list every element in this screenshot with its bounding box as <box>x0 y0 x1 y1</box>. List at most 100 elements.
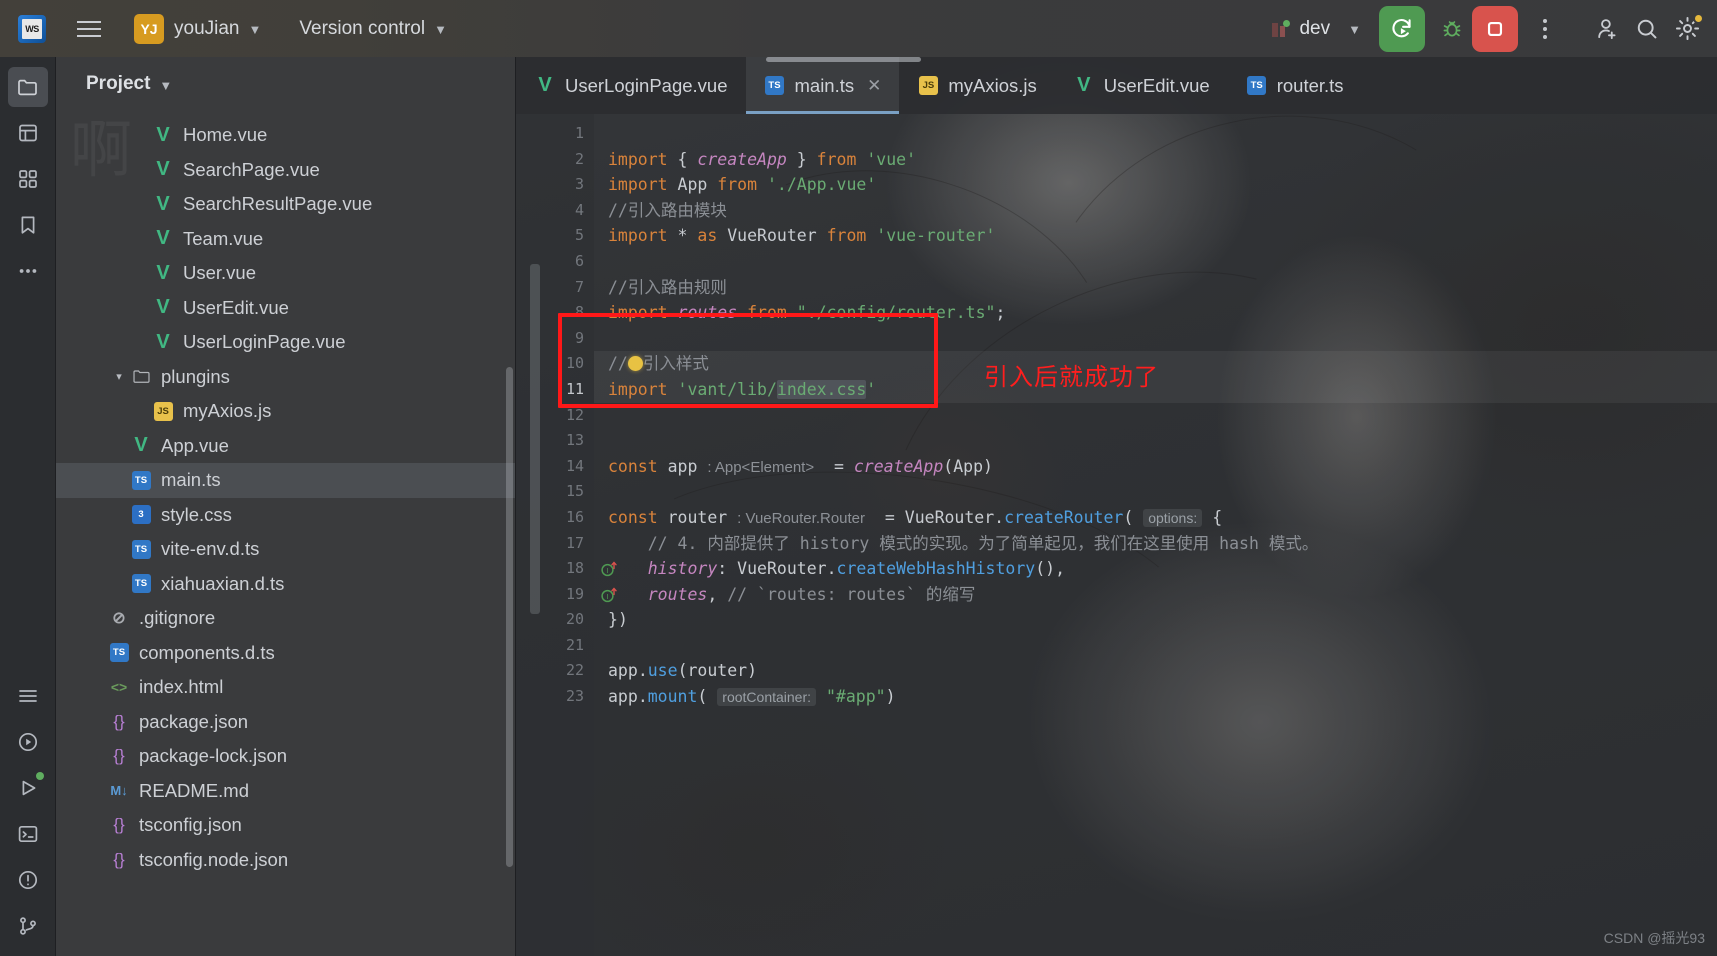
run-with-restart-icon <box>1392 18 1411 37</box>
code-line[interactable] <box>594 403 1717 429</box>
page-title: Project <box>86 73 151 94</box>
code-line[interactable] <box>594 479 1717 505</box>
sidebar-item-todo[interactable] <box>8 676 48 716</box>
tree-item-xiahuaxian-d-ts[interactable]: TS xiahuaxian.d.ts <box>56 567 515 602</box>
settings-button[interactable] <box>1667 9 1707 49</box>
line-number: 23 <box>565 687 584 706</box>
code-line[interactable]: //引入路由规则 <box>594 275 1717 301</box>
code-line[interactable]: // 4. 内部提供了 history 模式的实现。为了简单起见，我们在这里使用… <box>594 531 1717 557</box>
line-number-gutter[interactable]: 1 2 3 4 5 6 7 8 9 10 11 12 13 14 15 16 17 18 I 19 I 20 21 22 23 <box>516 114 617 956</box>
code-line[interactable] <box>594 249 1717 275</box>
code-line[interactable]: }) <box>594 607 1717 633</box>
run-config-name: dev <box>1299 17 1331 39</box>
tree-item-label: UserLoginPage.vue <box>183 331 346 353</box>
sidebar-item-more[interactable] <box>8 251 48 291</box>
code-line[interactable] <box>594 326 1717 352</box>
tree-item-main-ts[interactable]: TS main.ts <box>56 463 515 498</box>
hamburger-menu-icon[interactable] <box>72 12 106 46</box>
code-line[interactable] <box>594 428 1717 454</box>
vue-file-icon: V <box>134 434 148 457</box>
tree-item-style-css[interactable]: 3 style.css <box>56 498 515 533</box>
lightbulb-icon[interactable] <box>627 356 643 372</box>
code-line[interactable]: history: VueRouter.createWebHashHistory(… <box>594 556 1717 582</box>
close-icon[interactable]: ✕ <box>867 76 881 96</box>
tree-item-searchresultpage-vue[interactable]: V SearchResultPage.vue <box>56 187 515 222</box>
tree-item-home-vue[interactable]: V Home.vue <box>56 118 515 153</box>
tab-userloginpage-vue[interactable]: V UserLoginPage.vue <box>516 57 746 114</box>
tab-label: router.ts <box>1276 74 1344 96</box>
tree-item-package-json[interactable]: {} package.json <box>56 705 515 740</box>
sidebar-item-project[interactable] <box>7 67 48 107</box>
tree-item-label: main.ts <box>161 469 221 491</box>
tree-item-user-vue[interactable]: V User.vue <box>56 256 515 291</box>
annotation-text: 引入后就成功了 <box>984 363 1159 391</box>
tree-item-myaxios-js[interactable]: JS myAxios.js <box>56 394 515 429</box>
more-actions-button[interactable] <box>1525 9 1565 49</box>
sidebar-item-version-control[interactable] <box>8 906 48 946</box>
code-line[interactable]: import { createApp } from 'vue' <box>594 147 1717 173</box>
stop-button[interactable] <box>1472 5 1518 52</box>
tree-item-useredit-vue[interactable]: V UserEdit.vue <box>56 291 515 326</box>
tree-item-tsconfig-node-json[interactable]: {} tsconfig.node.json <box>56 843 515 878</box>
editor-tab-scroll-indicator[interactable] <box>766 57 921 62</box>
debug-button[interactable] <box>1432 9 1472 49</box>
typescript-file-icon: TS <box>1246 76 1268 95</box>
csdn-watermark: CSDN @摇光93 <box>1603 930 1705 946</box>
run-configuration-selector[interactable]: dev ▼ <box>1262 13 1369 45</box>
tree-item--gitignore[interactable]: ⊘ .gitignore <box>56 601 515 636</box>
tree-item-readme-md[interactable]: M↓ README.md <box>56 774 515 809</box>
sidebar-item-modules[interactable] <box>8 159 48 199</box>
sidebar-item-terminal[interactable] <box>8 814 48 854</box>
run-button[interactable] <box>1379 5 1425 52</box>
code-line[interactable]: import * as VueRouter from 'vue-router' <box>594 223 1717 249</box>
line-number: 16 <box>565 507 584 526</box>
sidebar-item-services[interactable] <box>8 768 48 808</box>
folder-icon <box>17 79 37 96</box>
sidebar-item-problems[interactable] <box>8 860 48 900</box>
line-number: 4 <box>574 200 584 219</box>
typescript-file-icon: TS <box>130 539 152 559</box>
code-line[interactable]: app.use(router) <box>594 658 1717 684</box>
code-line[interactable]: const app : App<Element> = createApp(App… <box>594 454 1717 480</box>
tab-main-ts[interactable]: TS main.ts ✕ <box>745 57 900 114</box>
tab-myaxios-js[interactable]: JS myAxios.js <box>899 57 1054 114</box>
chevron-down-icon: ▼ <box>434 22 447 37</box>
tree-item-app-vue[interactable]: V App.vue <box>56 429 515 464</box>
code-line[interactable]: //引入路由模块 <box>594 198 1717 224</box>
tree-item-searchpage-vue[interactable]: V SearchPage.vue <box>56 153 515 188</box>
tree-item-tsconfig-json[interactable]: {} tsconfig.json <box>56 808 515 843</box>
code-line[interactable]: import App from './App.vue' <box>594 172 1717 198</box>
version-control-menu[interactable]: Version control ▼ <box>293 13 453 45</box>
code-editor[interactable]: 1 2 3 4 5 6 7 8 9 10 11 12 13 14 15 16 17 18 I 19 I 20 21 22 23 … <box>516 114 1717 956</box>
code-line[interactable]: const router : VueRouter.Router = VueRou… <box>594 505 1717 531</box>
code-content[interactable]: import { createApp } from 'vue' import Ap… <box>594 114 1717 956</box>
tree-item-userloginpage-vue[interactable]: V UserLoginPage.vue <box>56 325 515 360</box>
tree-item-label: SearchResultPage.vue <box>183 193 373 215</box>
tree-item-plungins[interactable]: ▾ plungins <box>56 360 515 395</box>
project-selector[interactable]: YJ youJian ▼ <box>128 9 267 49</box>
vue-file-icon: V <box>156 330 170 353</box>
project-name-label: youJian <box>174 17 240 39</box>
code-line[interactable]: app.mount( rootContainer: "#app") <box>594 684 1717 710</box>
code-line[interactable] <box>594 633 1717 659</box>
project-panel-scrollbar[interactable] <box>506 367 513 867</box>
sidebar-item-structure[interactable] <box>8 113 48 153</box>
services-running-badge <box>35 772 44 780</box>
tab-router-ts[interactable]: TS router.ts <box>1228 57 1362 114</box>
project-panel-header[interactable]: Project ▼ <box>56 57 515 112</box>
line-number: 11 <box>565 379 584 398</box>
code-line[interactable]: routes, // `routes: routes` 的缩写 <box>594 582 1717 608</box>
code-line[interactable]: import routes from "./config/router.ts"; <box>594 300 1717 326</box>
tree-item-index-html[interactable]: <> index.html <box>56 670 515 705</box>
tree-item-package-lock-json[interactable]: {} package-lock.json <box>56 739 515 774</box>
account-button[interactable] <box>1587 9 1627 49</box>
tree-item-components-d-ts[interactable]: TS components.d.ts <box>56 636 515 671</box>
tree-item-vite-env-d-ts[interactable]: TS vite-env.d.ts <box>56 532 515 567</box>
chevron-down-icon[interactable]: ▾ <box>108 370 130 383</box>
sidebar-item-run[interactable] <box>8 722 48 762</box>
code-line[interactable] <box>594 121 1717 147</box>
search-everywhere-button[interactable] <box>1627 9 1667 49</box>
sidebar-item-bookmarks[interactable] <box>8 205 48 245</box>
tree-item-team-vue[interactable]: V Team.vue <box>56 222 515 257</box>
tab-useredit-vue[interactable]: V UserEdit.vue <box>1055 57 1228 114</box>
